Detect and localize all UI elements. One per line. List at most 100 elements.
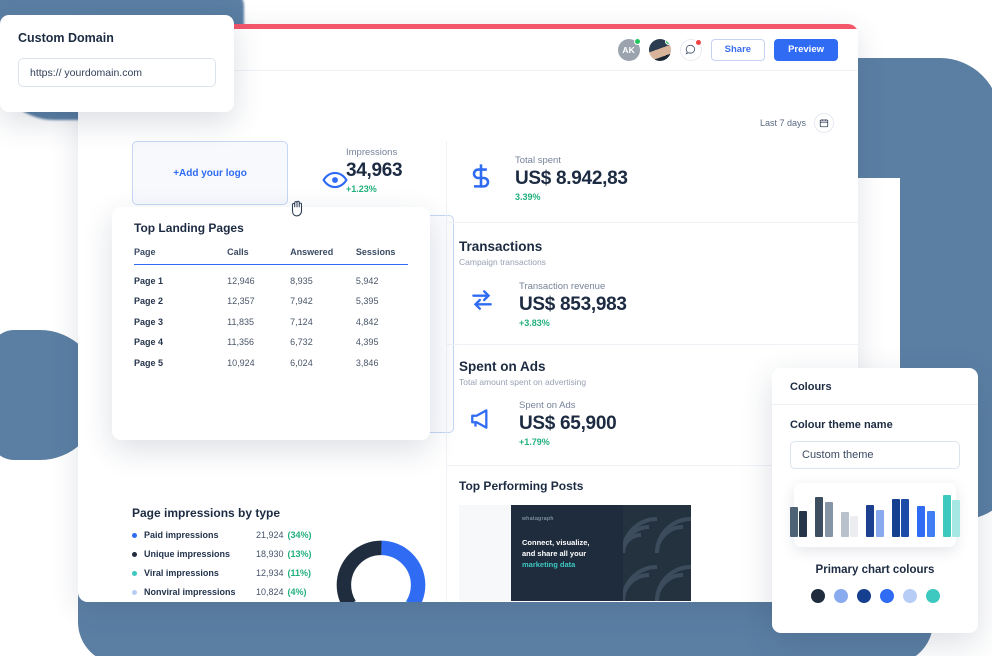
date-range-label: Last 7 days: [760, 118, 806, 128]
cell-page: Page 3: [134, 306, 227, 327]
legend-percent: (4%): [288, 587, 307, 597]
legend-swatch-nonviral: [132, 590, 137, 595]
legend-value: 10,824: [256, 587, 284, 597]
colour-swatch-1[interactable]: [811, 589, 825, 603]
kpi-total-spent: Total spent US$ 8.942,83 3.39%: [447, 141, 858, 202]
post-artwork: [623, 505, 691, 601]
kpi-label: Total spent: [515, 155, 628, 166]
kpi-label: Impressions: [346, 147, 402, 158]
cell-calls: 10,924: [227, 347, 290, 368]
colour-swatch-2[interactable]: [834, 589, 848, 603]
kpi-label: Spent on Ads: [519, 400, 616, 411]
legend-swatch-unique: [132, 552, 137, 557]
preview-bar: [943, 495, 951, 537]
page-impressions-title: Page impressions by type: [132, 506, 432, 520]
preview-button[interactable]: Preview: [774, 39, 838, 61]
cell-answered: 7,124: [290, 306, 356, 327]
legend-percent: (34%): [288, 530, 312, 540]
post-thumbnail[interactable]: whatagraph Connect, visualize, and share…: [511, 505, 691, 601]
legend-swatch-paid: [132, 533, 137, 538]
table-row[interactable]: Page 4 11,356 6,732 4,395: [134, 327, 408, 348]
custom-domain-title: Custom Domain: [18, 31, 216, 45]
top-landing-pages-card: Top Landing Pages Page Calls Answered Se…: [112, 207, 430, 440]
add-logo-button[interactable]: +Add your logo: [132, 141, 288, 205]
transactions-section: Transactions Campaign transactions Trans…: [447, 223, 858, 328]
kpi-value: US$ 8.942,83: [515, 168, 628, 190]
table-row[interactable]: Page 3 11,835 7,124 4,842: [134, 306, 408, 327]
primary-chart-colours-label: Primary chart colours: [790, 564, 960, 576]
theme-name-input[interactable]: Custom theme: [790, 441, 960, 469]
legend-label: Nonviral impressions: [144, 587, 256, 597]
preview-bar-pair: [917, 506, 935, 537]
preview-bar-pair: [790, 507, 808, 537]
colour-swatch-5[interactable]: [903, 589, 917, 603]
calendar-icon[interactable]: [814, 113, 834, 133]
column-header-calls: Calls: [227, 247, 290, 265]
legend-item[interactable]: Unique impressions 18,930 (13%): [132, 549, 324, 559]
kpi-value: 34,963: [346, 160, 402, 182]
colour-swatch-3[interactable]: [857, 589, 871, 603]
legend-item[interactable]: Viral impressions 12,934 (11%): [132, 568, 324, 578]
grab-cursor-icon: [288, 198, 306, 218]
table-header-row: Page Calls Answered Sessions: [134, 247, 408, 265]
table-row[interactable]: Page 5 10,924 6,024 3,846: [134, 347, 408, 368]
preview-bar-pair: [866, 505, 884, 537]
cell-answered: 6,024: [290, 347, 356, 368]
preview-bar-pair: [841, 512, 859, 537]
donut-svg: [332, 536, 430, 602]
preview-bar-pair: [892, 499, 910, 537]
cell-answered: 6,732: [290, 327, 356, 348]
table-row[interactable]: Page 2 12,357 7,942 5,395: [134, 286, 408, 307]
legend-label: Unique impressions: [144, 549, 256, 559]
preview-bar-pair: [943, 495, 961, 537]
cell-sessions: 4,842: [356, 306, 408, 327]
primary-colour-swatches: [790, 589, 960, 603]
legend-value: 12,934: [256, 568, 284, 578]
cell-calls: 11,356: [227, 327, 290, 348]
legend-percent: (11%): [288, 568, 312, 578]
date-range-picker[interactable]: Last 7 days: [760, 113, 834, 133]
preview-bar: [917, 506, 925, 537]
avatar-photo[interactable]: [649, 39, 671, 61]
colours-panel: Colours Colour theme name Custom theme: [772, 368, 978, 633]
avatar-initials: AK: [622, 45, 635, 55]
preview-bar: [901, 499, 909, 537]
cell-page: Page 5: [134, 347, 227, 368]
post-headline-line1: Connect, visualize,: [522, 538, 590, 547]
cell-calls: 12,357: [227, 286, 290, 307]
preview-bar: [841, 512, 849, 537]
custom-domain-input[interactable]: https:// yourdomain.com: [18, 58, 216, 87]
cell-answered: 7,942: [290, 286, 356, 307]
cell-calls: 11,835: [227, 306, 290, 327]
kpi-delta: +1.23%: [346, 184, 402, 194]
column-header-sessions: Sessions: [356, 247, 408, 265]
legend-percent: (13%): [288, 549, 312, 559]
legend-item[interactable]: Nonviral impressions 10,824 (4%): [132, 587, 324, 597]
legend-item[interactable]: Paid impressions 21,924 (34%): [132, 530, 324, 540]
legend-value: 21,924: [256, 530, 284, 540]
cell-page: Page 2: [134, 286, 227, 307]
page-impressions-widget: Page impressions by type Paid impression…: [132, 506, 432, 602]
kpi-delta: +3.83%: [519, 318, 627, 328]
online-status-dot: [634, 38, 641, 45]
colour-swatch-4[interactable]: [880, 589, 894, 603]
avatar[interactable]: AK: [618, 39, 640, 61]
kpi-value: US$ 853,983: [519, 294, 627, 316]
kpi-delta: +1.79%: [519, 437, 616, 447]
post-headline: Connect, visualize, and share all your m…: [522, 538, 617, 571]
cell-answered: 8,935: [290, 265, 356, 286]
chat-bubble-icon[interactable]: [680, 39, 702, 61]
table-row[interactable]: Page 1 12,946 8,935 5,942: [134, 265, 408, 286]
colour-swatch-6[interactable]: [926, 589, 940, 603]
preview-bar: [850, 516, 858, 537]
post-headline-accent: marketing data: [522, 560, 575, 569]
online-status-dot: [665, 39, 671, 45]
share-button[interactable]: Share: [711, 39, 765, 61]
cell-page: Page 4: [134, 327, 227, 348]
preview-bar: [790, 507, 798, 537]
colours-panel-body: Colour theme name Custom theme: [772, 405, 978, 603]
cell-sessions: 4,395: [356, 327, 408, 348]
top-landing-pages-title: Top Landing Pages: [134, 221, 408, 235]
cell-sessions: 5,942: [356, 265, 408, 286]
preview-bar: [876, 510, 884, 537]
